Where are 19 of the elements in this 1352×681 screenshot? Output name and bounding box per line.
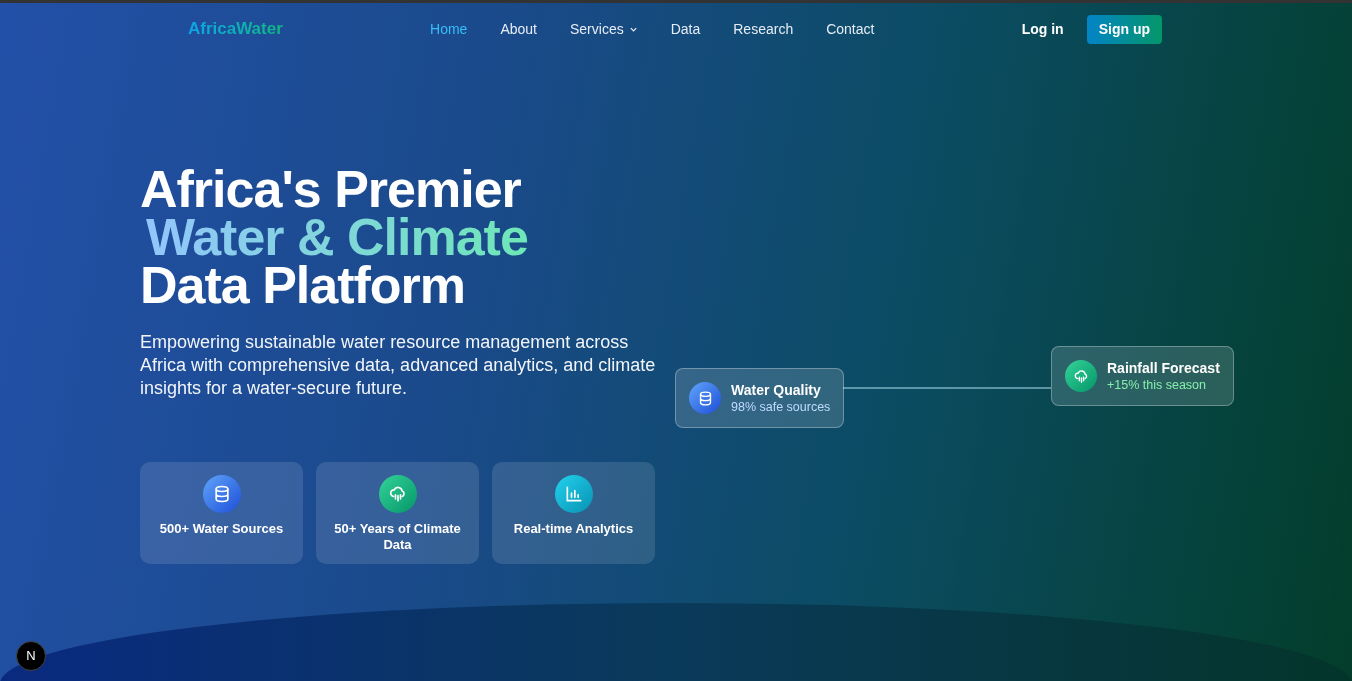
feature-label: 50+ Years of Climate Data [333, 521, 462, 553]
cloud-rain-icon [387, 484, 408, 504]
feature-label: Real-time Analytics [512, 521, 635, 537]
signup-button[interactable]: Sign up [1086, 14, 1162, 44]
dev-badge[interactable]: N [16, 641, 46, 671]
nav-link[interactable]: Data [670, 18, 701, 40]
nav-link[interactable]: About [500, 18, 537, 40]
hero-description: Empowering sustainable water resource management across Africa with comprehensive data, advanced analytics, and climate insights for a water-secure future. [140, 331, 657, 400]
nav-link[interactable]: Services [570, 18, 638, 40]
login-link[interactable]: Log in [1021, 18, 1064, 40]
node-subtitle: 98% safe sources [731, 399, 831, 415]
nav-link[interactable]: Home [430, 18, 468, 40]
nav-link[interactable]: Contact [826, 18, 875, 40]
node-subtitle: +15% this season [1107, 377, 1208, 393]
feature-label: 500+ Water Sources [158, 521, 285, 537]
cloud-rain-icon [1072, 367, 1090, 385]
node-title: Rainfall Forecast [1107, 359, 1220, 377]
nav-link[interactable]: Research [733, 18, 794, 40]
node-title: Water Quality [731, 381, 822, 399]
